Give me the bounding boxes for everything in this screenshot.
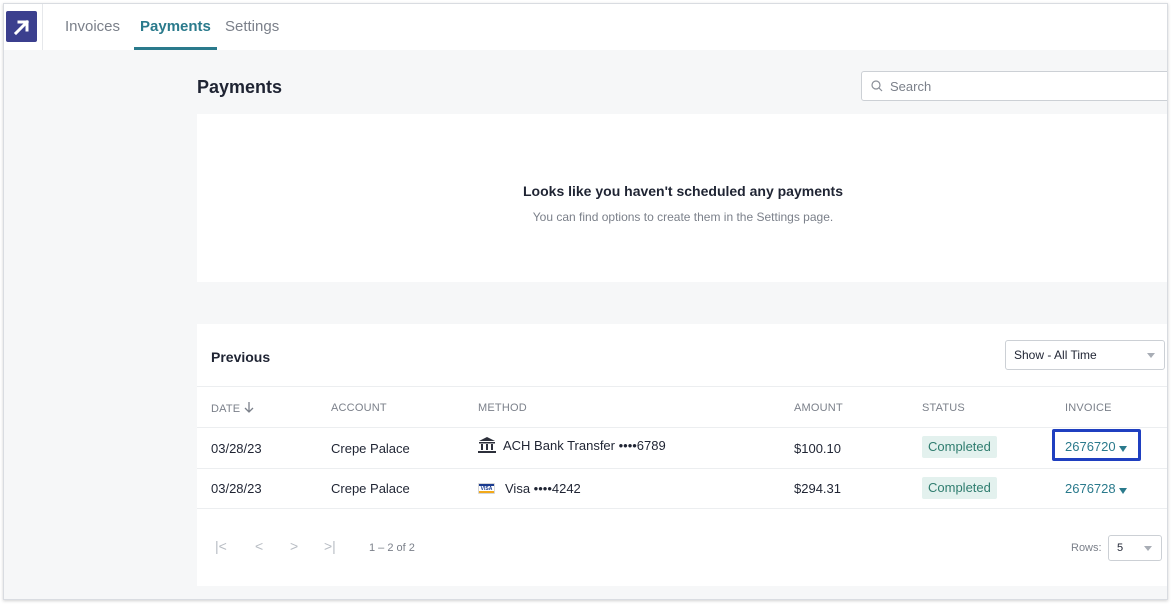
rows-per-page-value: 5 [1117, 542, 1124, 554]
column-header-invoice: INVOICE [1065, 402, 1112, 414]
rows-per-page-select[interactable]: 5 [1108, 535, 1162, 561]
rows-label: Rows: [1071, 542, 1102, 554]
method-label: Visa ••••4242 [505, 481, 581, 496]
page-title: Payments [197, 77, 283, 97]
next-page-button[interactable]: > [290, 538, 298, 554]
cell-amount: $294.31 [794, 481, 841, 496]
logo-glyph [13, 19, 29, 35]
bank-icon [478, 437, 496, 453]
column-header-method: METHOD [478, 402, 527, 414]
app-window: Invoices Payments Settings Payments Look… [3, 3, 1168, 600]
cell-date: 03/28/23 [211, 441, 262, 456]
column-header-account: ACCOUNT [331, 402, 387, 414]
invoice-number: 2676728 [1065, 481, 1116, 496]
prev-page-button[interactable]: < [255, 538, 263, 554]
empty-state-title: Looks like you haven't scheduled any pay… [523, 183, 843, 199]
last-page-button[interactable]: >| [324, 538, 336, 554]
top-nav: Invoices Payments Settings [4, 4, 1167, 50]
chevron-down-icon [1144, 546, 1152, 551]
empty-state-subtitle: You can find options to create them in t… [532, 210, 834, 224]
invoice-number: 2676720 [1065, 439, 1116, 454]
tab-invoices[interactable]: Invoices [59, 4, 126, 50]
arrow-up-right-icon[interactable] [6, 11, 37, 42]
column-header-date[interactable]: DATE [211, 402, 254, 415]
method-label: ACH Bank Transfer ••••6789 [503, 438, 666, 453]
visa-card-icon: VISA [478, 483, 495, 494]
cell-method: VISA Visa ••••4242 [478, 481, 581, 496]
page-range: 1 – 2 of 2 [369, 542, 415, 554]
search-box[interactable] [861, 71, 1167, 101]
time-filter-select[interactable]: Show - All Time [1005, 340, 1165, 370]
invoice-link[interactable]: 2676728 [1065, 481, 1127, 496]
divider [197, 508, 1167, 509]
time-filter-value: Show - All Time [1014, 348, 1097, 362]
tab-payments[interactable]: Payments [134, 4, 217, 50]
divider [197, 468, 1167, 469]
column-header-status: STATUS [922, 402, 965, 414]
column-header-label: DATE [211, 403, 241, 415]
cell-account: Crepe Palace [331, 441, 410, 456]
divider [197, 427, 1167, 428]
cell-account: Crepe Palace [331, 481, 410, 496]
search-input[interactable] [890, 72, 1160, 100]
cell-amount: $100.10 [794, 441, 841, 456]
cell-method: ACH Bank Transfer ••••6789 [478, 437, 666, 453]
caret-down-icon [1118, 488, 1127, 494]
cell-date: 03/28/23 [211, 481, 262, 496]
section-title: Previous [211, 349, 271, 365]
first-page-button[interactable]: |< [215, 538, 227, 554]
divider [197, 386, 1167, 387]
invoice-link[interactable]: 2676720 [1065, 439, 1127, 454]
status-badge: Completed [922, 436, 997, 458]
status-badge: Completed [922, 477, 997, 499]
caret-down-icon [1118, 446, 1127, 452]
previous-payments-card: Previous Show - All Time DATE ACCOUNT ME… [197, 324, 1167, 586]
scheduled-payments-card: Looks like you haven't scheduled any pay… [197, 114, 1167, 282]
column-header-amount: AMOUNT [794, 402, 843, 414]
tab-settings[interactable]: Settings [219, 4, 285, 50]
nav-divider [42, 4, 43, 50]
search-icon [871, 80, 883, 92]
sort-desc-icon [244, 402, 254, 413]
chevron-down-icon [1147, 353, 1155, 358]
